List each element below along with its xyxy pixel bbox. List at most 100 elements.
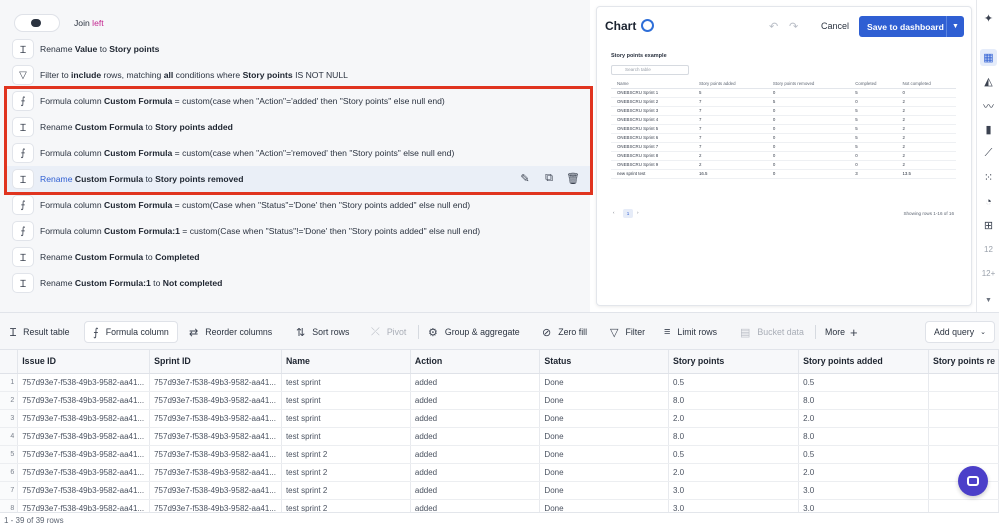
- table-cell[interactable]: 8.0: [798, 391, 929, 410]
- toggle-icon[interactable]: [14, 14, 60, 32]
- table-cell[interactable]: 2.0: [668, 463, 800, 482]
- table-cell[interactable]: 0.5: [798, 373, 929, 392]
- table-cell[interactable]: test sprint 2: [281, 463, 411, 482]
- table-cell[interactable]: Done: [539, 391, 669, 410]
- table-cell[interactable]: test sprint 2: [281, 481, 411, 500]
- table-cell[interactable]: 757d93e7-f538-49b3-9582-aa41...: [17, 445, 151, 464]
- cancel-button[interactable]: Cancel: [821, 21, 849, 31]
- column-header[interactable]: Issue ID: [17, 350, 151, 374]
- table-cell[interactable]: test sprint: [281, 391, 411, 410]
- table-cell[interactable]: added: [410, 427, 541, 446]
- table-cell[interactable]: 3.0: [798, 481, 929, 500]
- table-cell[interactable]: 0.5: [668, 373, 800, 392]
- table-cell[interactable]: [928, 445, 999, 464]
- preview-column-header[interactable]: Story points removed: [766, 80, 850, 89]
- step-rename[interactable]: Ɪ Rename Custom Formula to Story points a…: [6, 114, 590, 140]
- magic-wand-icon[interactable]: ✦: [980, 10, 997, 27]
- table-cell[interactable]: Done: [539, 481, 669, 500]
- trash-icon[interactable]: 🗑: [566, 170, 580, 186]
- step-rename[interactable]: Ɪ Rename Custom Formula to Completed: [6, 244, 590, 270]
- step-formula[interactable]: ⨍ Formula column Custom Formula:1 = custo…: [6, 218, 590, 244]
- table-cell[interactable]: Done: [539, 499, 669, 512]
- pivot-table-icon[interactable]: ⊞: [980, 217, 997, 234]
- filter-button[interactable]: ▽ Filter: [610, 321, 645, 343]
- table-cell[interactable]: test sprint 2: [281, 445, 411, 464]
- bar-chart-icon[interactable]: ▮: [980, 121, 997, 138]
- table-cell[interactable]: added: [410, 463, 541, 482]
- column-header[interactable]: Name: [281, 350, 411, 374]
- table-cell[interactable]: 757d93e7-f538-49b3-9582-aa41...: [149, 445, 282, 464]
- redo-icon[interactable]: ↷: [789, 20, 798, 33]
- save-to-dashboard-button[interactable]: Save to dashboard ▼: [859, 16, 964, 37]
- step-rename[interactable]: Ɪ Rename Custom Formula to Story points r…: [6, 166, 590, 192]
- step-rename[interactable]: Ɪ Rename Custom Formula:1 to Not complete…: [6, 270, 590, 296]
- step-formula[interactable]: ⨍ Formula column Custom Formula = custom(…: [6, 192, 590, 218]
- undo-icon[interactable]: ↶: [769, 20, 778, 33]
- column-header[interactable]: Story points: [668, 350, 800, 374]
- area-chart-icon[interactable]: ◭: [980, 73, 997, 90]
- table-cell[interactable]: 8.0: [798, 427, 929, 446]
- preview-column-header[interactable]: Story points added: [692, 80, 767, 89]
- table-cell[interactable]: added: [410, 481, 541, 500]
- table-cell[interactable]: Done: [539, 445, 669, 464]
- table-cell[interactable]: added: [410, 391, 541, 410]
- table-cell[interactable]: 757d93e7-f538-49b3-9582-aa41...: [17, 427, 151, 446]
- column-header[interactable]: Story points re: [928, 350, 999, 374]
- table-cell[interactable]: added: [410, 409, 541, 428]
- table-cell[interactable]: test sprint: [281, 427, 411, 446]
- step-formula[interactable]: ⨍ Formula column Custom Formula = custom(…: [6, 140, 590, 166]
- table-cell[interactable]: Done: [539, 373, 669, 392]
- group-aggregate-button[interactable]: ⚙ Group & aggregate: [428, 321, 520, 343]
- trend-value-icon[interactable]: 12+: [980, 269, 997, 278]
- table-cell[interactable]: 2.0: [668, 409, 800, 428]
- pivot-button[interactable]: ⤫ Pivot: [371, 321, 406, 343]
- search-input[interactable]: Search table: [611, 65, 689, 75]
- result-table-tab[interactable]: Ɪ Result table: [10, 321, 70, 343]
- gear-icon[interactable]: [641, 19, 654, 32]
- more-button[interactable]: More +: [825, 321, 858, 343]
- scatter-chart-icon[interactable]: ⁙: [980, 169, 997, 186]
- table-cell[interactable]: [928, 409, 999, 428]
- table-cell[interactable]: Done: [539, 427, 669, 446]
- table-cell[interactable]: test sprint: [281, 373, 411, 392]
- page-number[interactable]: 1: [623, 209, 633, 218]
- zero-fill-button[interactable]: ⊘ Zero fill: [542, 321, 587, 343]
- chevron-down-icon[interactable]: ▼: [946, 16, 964, 37]
- table-cell[interactable]: test sprint: [281, 409, 411, 428]
- column-header[interactable]: Story points added: [798, 350, 929, 374]
- pie-chart-icon[interactable]: ◔: [980, 193, 997, 210]
- table-cell[interactable]: [928, 427, 999, 446]
- table-cell[interactable]: 757d93e7-f538-49b3-9582-aa41...: [17, 373, 151, 392]
- table-cell[interactable]: 757d93e7-f538-49b3-9582-aa41...: [17, 481, 151, 500]
- copy-icon[interactable]: ⧉: [542, 170, 556, 186]
- step-text-part[interactable]: left: [92, 18, 103, 28]
- chevron-down-icon[interactable]: ▼: [980, 292, 997, 309]
- column-header[interactable]: Action: [410, 350, 541, 374]
- table-cell[interactable]: 2.0: [798, 463, 929, 482]
- table-cell[interactable]: 2.0: [798, 409, 929, 428]
- table-cell[interactable]: 3.0: [798, 499, 929, 512]
- table-cell[interactable]: 8.0: [668, 391, 800, 410]
- step-join[interactable]: Join left: [6, 10, 590, 36]
- combo-chart-icon[interactable]: ⟋: [980, 145, 997, 162]
- preview-column-header[interactable]: Not completed: [896, 80, 956, 89]
- formula-column-button[interactable]: ⨍ Formula column: [84, 321, 178, 343]
- table-cell[interactable]: 757d93e7-f538-49b3-9582-aa41...: [149, 499, 282, 512]
- table-cell[interactable]: 3.0: [668, 481, 800, 500]
- table-cell[interactable]: added: [410, 373, 541, 392]
- next-page-icon[interactable]: ›: [637, 210, 639, 215]
- line-chart-icon[interactable]: 〰: [980, 97, 997, 114]
- table-cell[interactable]: 757d93e7-f538-49b3-9582-aa41...: [17, 499, 151, 512]
- step-filter[interactable]: ▽ Filter to include rows, matching all co…: [6, 62, 590, 88]
- table-cell[interactable]: 757d93e7-f538-49b3-9582-aa41...: [149, 373, 282, 392]
- table-cell[interactable]: 757d93e7-f538-49b3-9582-aa41...: [149, 463, 282, 482]
- limit-rows-button[interactable]: ≡ Limit rows: [664, 321, 717, 343]
- reorder-columns-button[interactable]: ⇄ Reorder columns: [189, 321, 272, 343]
- table-cell[interactable]: 0.5: [798, 445, 929, 464]
- table-cell[interactable]: Done: [539, 409, 669, 428]
- single-value-icon[interactable]: 12: [980, 245, 997, 254]
- table-cell[interactable]: [928, 373, 999, 392]
- table-cell[interactable]: 8.0: [668, 427, 800, 446]
- table-cell[interactable]: 757d93e7-f538-49b3-9582-aa41...: [149, 481, 282, 500]
- table-cell[interactable]: 0.5: [668, 445, 800, 464]
